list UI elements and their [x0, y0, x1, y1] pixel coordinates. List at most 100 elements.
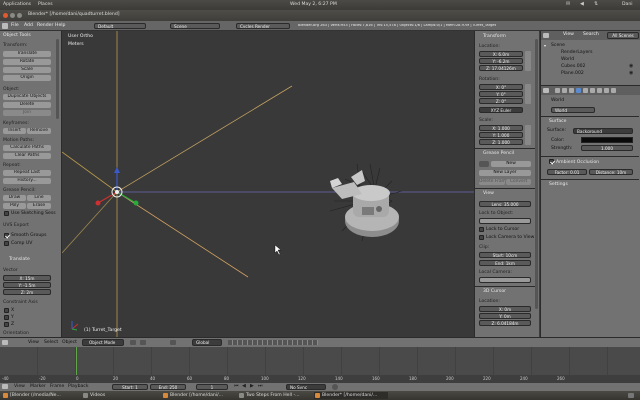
minimize-icon[interactable] — [10, 13, 15, 18]
surface-shader-select[interactable]: Background — [573, 128, 633, 134]
outliner-display-select[interactable]: All Scenes — [607, 32, 639, 39]
location-x-field[interactable]: X: 6.0m — [479, 51, 523, 57]
task-blender-media[interactable]: [Blender (/media/Ne... — [2, 392, 72, 399]
vector-x-field[interactable]: X: 15m — [3, 275, 51, 281]
play-icon[interactable]: ▶ — [250, 384, 254, 389]
menu-add[interactable]: Add — [24, 23, 33, 29]
cursor-z-field[interactable]: Z: 6.04184m — [479, 320, 531, 326]
cursor-x-field[interactable]: X: 0m — [479, 306, 531, 312]
location-y-field[interactable]: Y: -6.2m — [479, 58, 523, 64]
trash-icon[interactable] — [628, 393, 634, 398]
viewport-object-menu[interactable]: Object — [62, 340, 77, 346]
render-tab-icon[interactable] — [555, 88, 560, 93]
properties-editor-icon[interactable] — [543, 88, 549, 93]
rotate-button[interactable]: Rotate — [3, 59, 51, 65]
outliner-item-world[interactable]: World — [561, 57, 574, 63]
scale-lock-icon[interactable] — [525, 125, 531, 145]
constraints-tab-icon[interactable] — [590, 88, 595, 93]
ambient-occlusion-title[interactable]: Ambient Occlusion — [556, 160, 599, 165]
ambient-occlusion-checkbox[interactable] — [549, 159, 554, 164]
grease-pencil-icon[interactable] — [479, 161, 489, 167]
location-z-field[interactable]: Z: 17.04126m — [479, 65, 523, 71]
calculate-paths-button[interactable]: Calculate Paths — [3, 145, 51, 151]
comp-uv-checkbox[interactable] — [4, 241, 9, 246]
grease-draw-button[interactable]: Draw — [3, 195, 26, 201]
end-frame-field[interactable]: End: 250 — [150, 384, 186, 390]
layer-buttons[interactable] — [228, 340, 318, 345]
rotation-x-field[interactable]: X: 0° — [479, 84, 523, 90]
applications-menu[interactable]: Applications — [3, 2, 31, 8]
jump-start-icon[interactable]: ⏮ — [234, 384, 239, 389]
world-tab-icon[interactable] — [576, 88, 581, 93]
manipulator-icon[interactable] — [170, 340, 176, 345]
grease-line-button[interactable]: Line — [27, 195, 51, 201]
scale-x-field[interactable]: X: 1.000 — [479, 125, 523, 131]
translate-button[interactable]: Translate — [3, 51, 51, 57]
ao-distance-field[interactable]: Distance: 10m — [589, 169, 633, 175]
local-camera-field[interactable] — [479, 277, 531, 283]
menu-file[interactable]: File — [11, 23, 19, 29]
rotation-mode-select[interactable]: XYZ Euler — [479, 107, 523, 113]
duplicate-objects-button[interactable]: Duplicate Objects — [3, 94, 51, 100]
translate-section-label[interactable]: Translate — [9, 257, 30, 262]
clip-start-field[interactable]: Start: 10cm — [479, 252, 531, 258]
outliner-item-plane[interactable]: Plane.002 — [561, 71, 584, 77]
view-panel-title[interactable]: View — [483, 191, 494, 196]
grease-new-layer-button[interactable]: New Layer — [479, 170, 531, 176]
location-lock-icon[interactable] — [525, 51, 531, 71]
timeline-view-menu[interactable]: View — [14, 384, 25, 390]
object-tab-icon[interactable] — [583, 88, 588, 93]
origin-button[interactable]: Origin — [3, 75, 51, 81]
vector-z-field[interactable]: Z: 2m — [3, 289, 51, 295]
ao-factor-field[interactable]: Factor: 0.01 — [547, 169, 587, 175]
timeline-frame-menu[interactable]: Frame — [50, 384, 64, 390]
scale-y-field[interactable]: Y: 1.000 — [479, 132, 523, 138]
settings-panel-title[interactable]: Settings — [549, 182, 568, 187]
outliner-item-cubes[interactable]: Cubes.002 — [561, 64, 585, 70]
delete-button[interactable]: Delete — [3, 102, 51, 108]
lock-camera-checkbox[interactable] — [479, 235, 484, 240]
scene-select[interactable]: Scene — [170, 23, 220, 29]
outliner-editor-icon[interactable] — [543, 33, 549, 38]
outliner-item-scene[interactable]: Scene — [551, 43, 565, 49]
viewport-editor-icon[interactable] — [2, 340, 8, 345]
repeat-last-button[interactable]: Repeat Last — [3, 170, 51, 176]
3d-cursor-panel-title[interactable]: 3D Cursor — [483, 289, 506, 294]
play-reverse-icon[interactable]: ◀ — [242, 384, 246, 389]
mode-select[interactable]: Object Mode — [82, 339, 124, 346]
clear-paths-button[interactable]: Clear Paths — [3, 153, 51, 159]
world-name-field[interactable]: World — [551, 107, 595, 113]
3d-viewport[interactable]: User Ortho Meters (1) Turret_Target — [62, 31, 474, 337]
constraint-y-checkbox[interactable] — [4, 315, 9, 320]
scene-tab-icon[interactable] — [569, 88, 574, 93]
grease-new-button[interactable]: New — [491, 161, 531, 167]
task-blender-active[interactable]: Blender* [/home/dani/... — [314, 392, 388, 399]
outliner-item-renderlayers[interactable]: RenderLayers — [561, 50, 593, 56]
material-tab-icon[interactable] — [604, 88, 609, 93]
user-name[interactable]: Dani — [622, 2, 633, 8]
grease-pencil-panel-title[interactable]: Grease Pencil — [483, 151, 514, 156]
clock[interactable]: Wed May 2, 6:27 PM — [290, 2, 337, 8]
pivot-icon[interactable] — [140, 340, 146, 345]
viewport-select-menu[interactable]: Select — [44, 340, 58, 346]
surface-panel-title[interactable]: Surface — [549, 119, 567, 124]
start-frame-field[interactable]: Start: 1 — [112, 384, 148, 390]
scale-z-field[interactable]: Z: 1.000 — [479, 139, 523, 145]
task-music[interactable]: Two Steps From Hell -... — [238, 392, 312, 399]
constraint-z-checkbox[interactable] — [4, 322, 9, 327]
outliner-search-menu[interactable]: Search — [583, 32, 599, 38]
shading-icon[interactable] — [130, 340, 136, 345]
visibility-eye-icon[interactable]: ◉ — [629, 64, 633, 69]
current-frame-field[interactable]: 1 — [196, 384, 228, 390]
grease-erase-button[interactable]: Erase — [27, 203, 51, 209]
viewport-scene[interactable] — [62, 31, 474, 337]
editor-type-icon[interactable] — [2, 23, 8, 29]
screen-layout-select[interactable]: Default — [94, 23, 146, 29]
close-icon[interactable] — [3, 13, 8, 18]
record-icon[interactable] — [332, 384, 338, 390]
timeline[interactable]: -40 -20 0 20 40 60 80 100 120 140 160 18… — [0, 347, 640, 383]
rotation-z-field[interactable]: Z: 0° — [479, 98, 523, 104]
grease-convert-button[interactable]: Convert — [506, 179, 531, 185]
task-blender-home[interactable]: Blender [/home/dani/... — [162, 392, 236, 399]
menu-render[interactable]: Render — [37, 23, 53, 29]
